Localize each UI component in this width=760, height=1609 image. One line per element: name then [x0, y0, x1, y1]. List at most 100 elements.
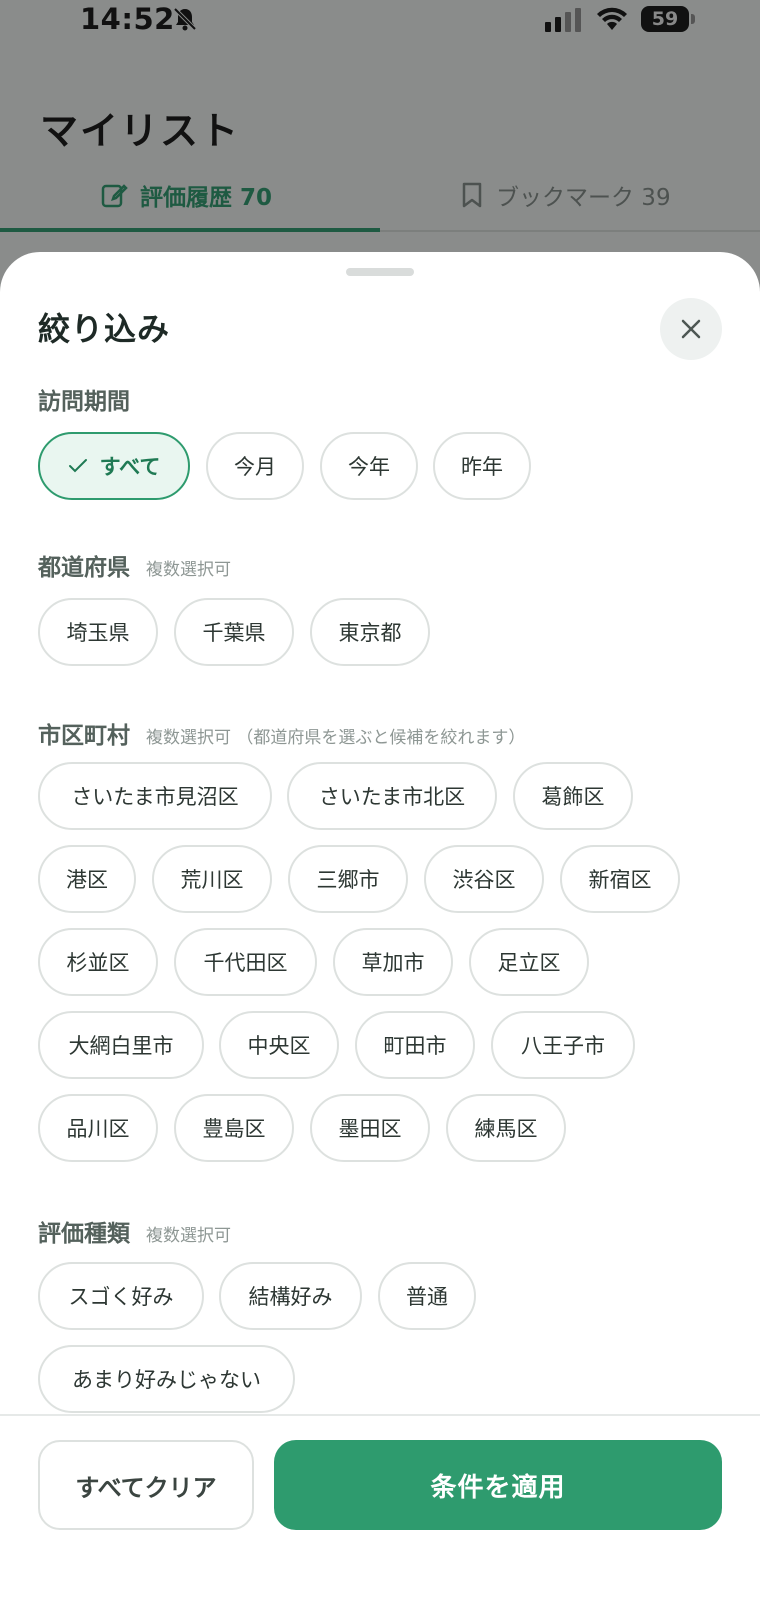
- section-city-hint: 複数選択可 （都道府県を選ぶと候補を絞れます）: [146, 728, 526, 748]
- chip-label: 東京都: [338, 621, 402, 645]
- section-prefecture-label: 都道府県: [38, 555, 130, 581]
- chip-label: 新宿区: [588, 868, 652, 892]
- chip-city[interactable]: 品川区: [38, 1094, 158, 1162]
- check-icon: [68, 459, 87, 473]
- status-bar: 14:52 59: [0, 0, 760, 40]
- section-city-label: 市区町村: [38, 723, 130, 749]
- chip-prefecture[interactable]: 東京都: [310, 598, 430, 666]
- chip-label: 草加市: [361, 951, 425, 975]
- clear-all-label: すべてクリア: [75, 1473, 217, 1502]
- status-time: 14:52: [80, 2, 175, 36]
- chip-city[interactable]: 三郷市: [288, 845, 408, 913]
- action-bar: すべてクリア 条件を適用: [0, 1414, 760, 1609]
- chip-rating[interactable]: あまり好みじゃない: [38, 1345, 295, 1413]
- chip-city[interactable]: 渋谷区: [424, 845, 544, 913]
- chip-rating[interactable]: 普通: [378, 1262, 476, 1330]
- battery-tip: [691, 14, 695, 24]
- chip-label: 千代田区: [203, 951, 288, 975]
- chip-period-all[interactable]: すべて: [38, 432, 190, 500]
- chip-label: さいたま市北区: [318, 785, 466, 809]
- tab-divider: [380, 230, 760, 232]
- chip-label: 三郷市: [316, 868, 380, 892]
- chip-city[interactable]: 大網白里市: [38, 1011, 204, 1079]
- chip-label: すべて: [99, 455, 161, 479]
- chip-city[interactable]: 豊島区: [174, 1094, 294, 1162]
- page-title: マイリスト: [40, 109, 241, 153]
- close-icon: [681, 319, 701, 339]
- chip-rating[interactable]: スゴく好み: [38, 1262, 204, 1330]
- chip-city[interactable]: 新宿区: [560, 845, 680, 913]
- chip-prefecture[interactable]: 埼玉県: [38, 598, 158, 666]
- chip-city[interactable]: 八王子市: [491, 1011, 635, 1079]
- sheet-grabber[interactable]: [346, 268, 414, 276]
- chip-city[interactable]: 荒川区: [152, 845, 272, 913]
- chip-label: スゴく好み: [68, 1285, 174, 1309]
- chip-label: 八王子市: [521, 1034, 605, 1058]
- chip-city[interactable]: 草加市: [333, 928, 453, 996]
- bell-muted-icon: [173, 7, 197, 31]
- chip-label: 結構好み: [248, 1285, 333, 1309]
- wifi-icon: [597, 7, 627, 30]
- chip-city[interactable]: 葛飾区: [513, 762, 633, 830]
- close-button[interactable]: [660, 298, 722, 360]
- clear-all-button[interactable]: すべてクリア: [38, 1440, 254, 1530]
- apply-filters-button[interactable]: 条件を適用: [274, 1440, 722, 1530]
- chip-rating[interactable]: 結構好み: [219, 1262, 362, 1330]
- section-rating-label: 評価種類: [38, 1221, 130, 1247]
- active-tab-indicator: [0, 228, 380, 232]
- chip-city[interactable]: 港区: [38, 845, 136, 913]
- chip-city[interactable]: 墨田区: [310, 1094, 430, 1162]
- sheet-title: 絞り込み: [38, 310, 171, 348]
- tab-bookmark-label: ブックマーク 39: [496, 185, 671, 211]
- chip-label: 普通: [406, 1285, 448, 1309]
- chip-city[interactable]: 町田市: [355, 1011, 475, 1079]
- tab-rating-history-label: 評価履歴 70: [140, 185, 273, 211]
- chip-label: 今月: [234, 455, 276, 479]
- chip-city[interactable]: 足立区: [469, 928, 589, 996]
- chip-prefecture[interactable]: 千葉県: [174, 598, 294, 666]
- chip-period-this-month[interactable]: 今月: [206, 432, 304, 500]
- filter-sheet: 絞り込み 訪問期間 すべて 今月 今年 昨年 都道府県 複数選択可 埼玉県 千葉…: [0, 252, 760, 1609]
- chip-label: 大網白里市: [68, 1034, 174, 1058]
- section-visit-period: 訪問期間: [38, 382, 130, 416]
- chip-label: 町田市: [383, 1034, 447, 1058]
- chip-city[interactable]: 練馬区: [446, 1094, 566, 1162]
- chip-city[interactable]: さいたま市見沼区: [38, 762, 272, 830]
- battery-level: 59: [641, 6, 689, 32]
- chip-city[interactable]: 中央区: [219, 1011, 339, 1079]
- section-rating-hint: 複数選択可: [146, 1226, 231, 1246]
- chip-city[interactable]: 杉並区: [38, 928, 158, 996]
- signal-icon: [545, 8, 581, 32]
- chip-label: 今年: [348, 455, 390, 479]
- chip-label: あまり好みじゃない: [72, 1368, 261, 1392]
- chip-label: 品川区: [66, 1117, 130, 1141]
- chip-period-last-year[interactable]: 昨年: [433, 432, 531, 500]
- chip-label: 渋谷区: [452, 868, 516, 892]
- bookmark-icon: [462, 182, 482, 208]
- edit-note-icon: [101, 184, 128, 208]
- section-rating: 評価種類 複数選択可: [38, 1214, 231, 1248]
- chip-label: 豊島区: [202, 1117, 266, 1141]
- tab-bookmark[interactable]: ブックマーク 39: [460, 170, 671, 220]
- chip-label: 千葉県: [202, 621, 266, 645]
- battery-icon: 59: [641, 6, 695, 32]
- chip-label: 中央区: [247, 1034, 311, 1058]
- section-prefecture-hint: 複数選択可: [146, 560, 231, 580]
- chip-label: 昨年: [461, 455, 503, 479]
- chip-label: 足立区: [497, 951, 561, 975]
- chip-city[interactable]: さいたま市北区: [287, 762, 497, 830]
- chip-label: 港区: [66, 868, 108, 892]
- chip-period-this-year[interactable]: 今年: [320, 432, 418, 500]
- section-prefecture: 都道府県 複数選択可: [38, 548, 231, 582]
- tab-rating-history[interactable]: 評価履歴 70: [100, 170, 272, 220]
- apply-filters-label: 条件を適用: [430, 1472, 566, 1503]
- chip-label: さいたま市見沼区: [71, 785, 239, 809]
- chip-label: 埼玉県: [66, 621, 130, 645]
- section-visit-period-label: 訪問期間: [38, 389, 130, 415]
- chip-label: 荒川区: [180, 868, 244, 892]
- chip-label: 練馬区: [474, 1117, 538, 1141]
- chip-label: 杉並区: [66, 951, 130, 975]
- chip-city[interactable]: 千代田区: [174, 928, 317, 996]
- chip-label: 葛飾区: [541, 785, 605, 809]
- section-city: 市区町村 複数選択可 （都道府県を選ぶと候補を絞れます）: [38, 716, 525, 750]
